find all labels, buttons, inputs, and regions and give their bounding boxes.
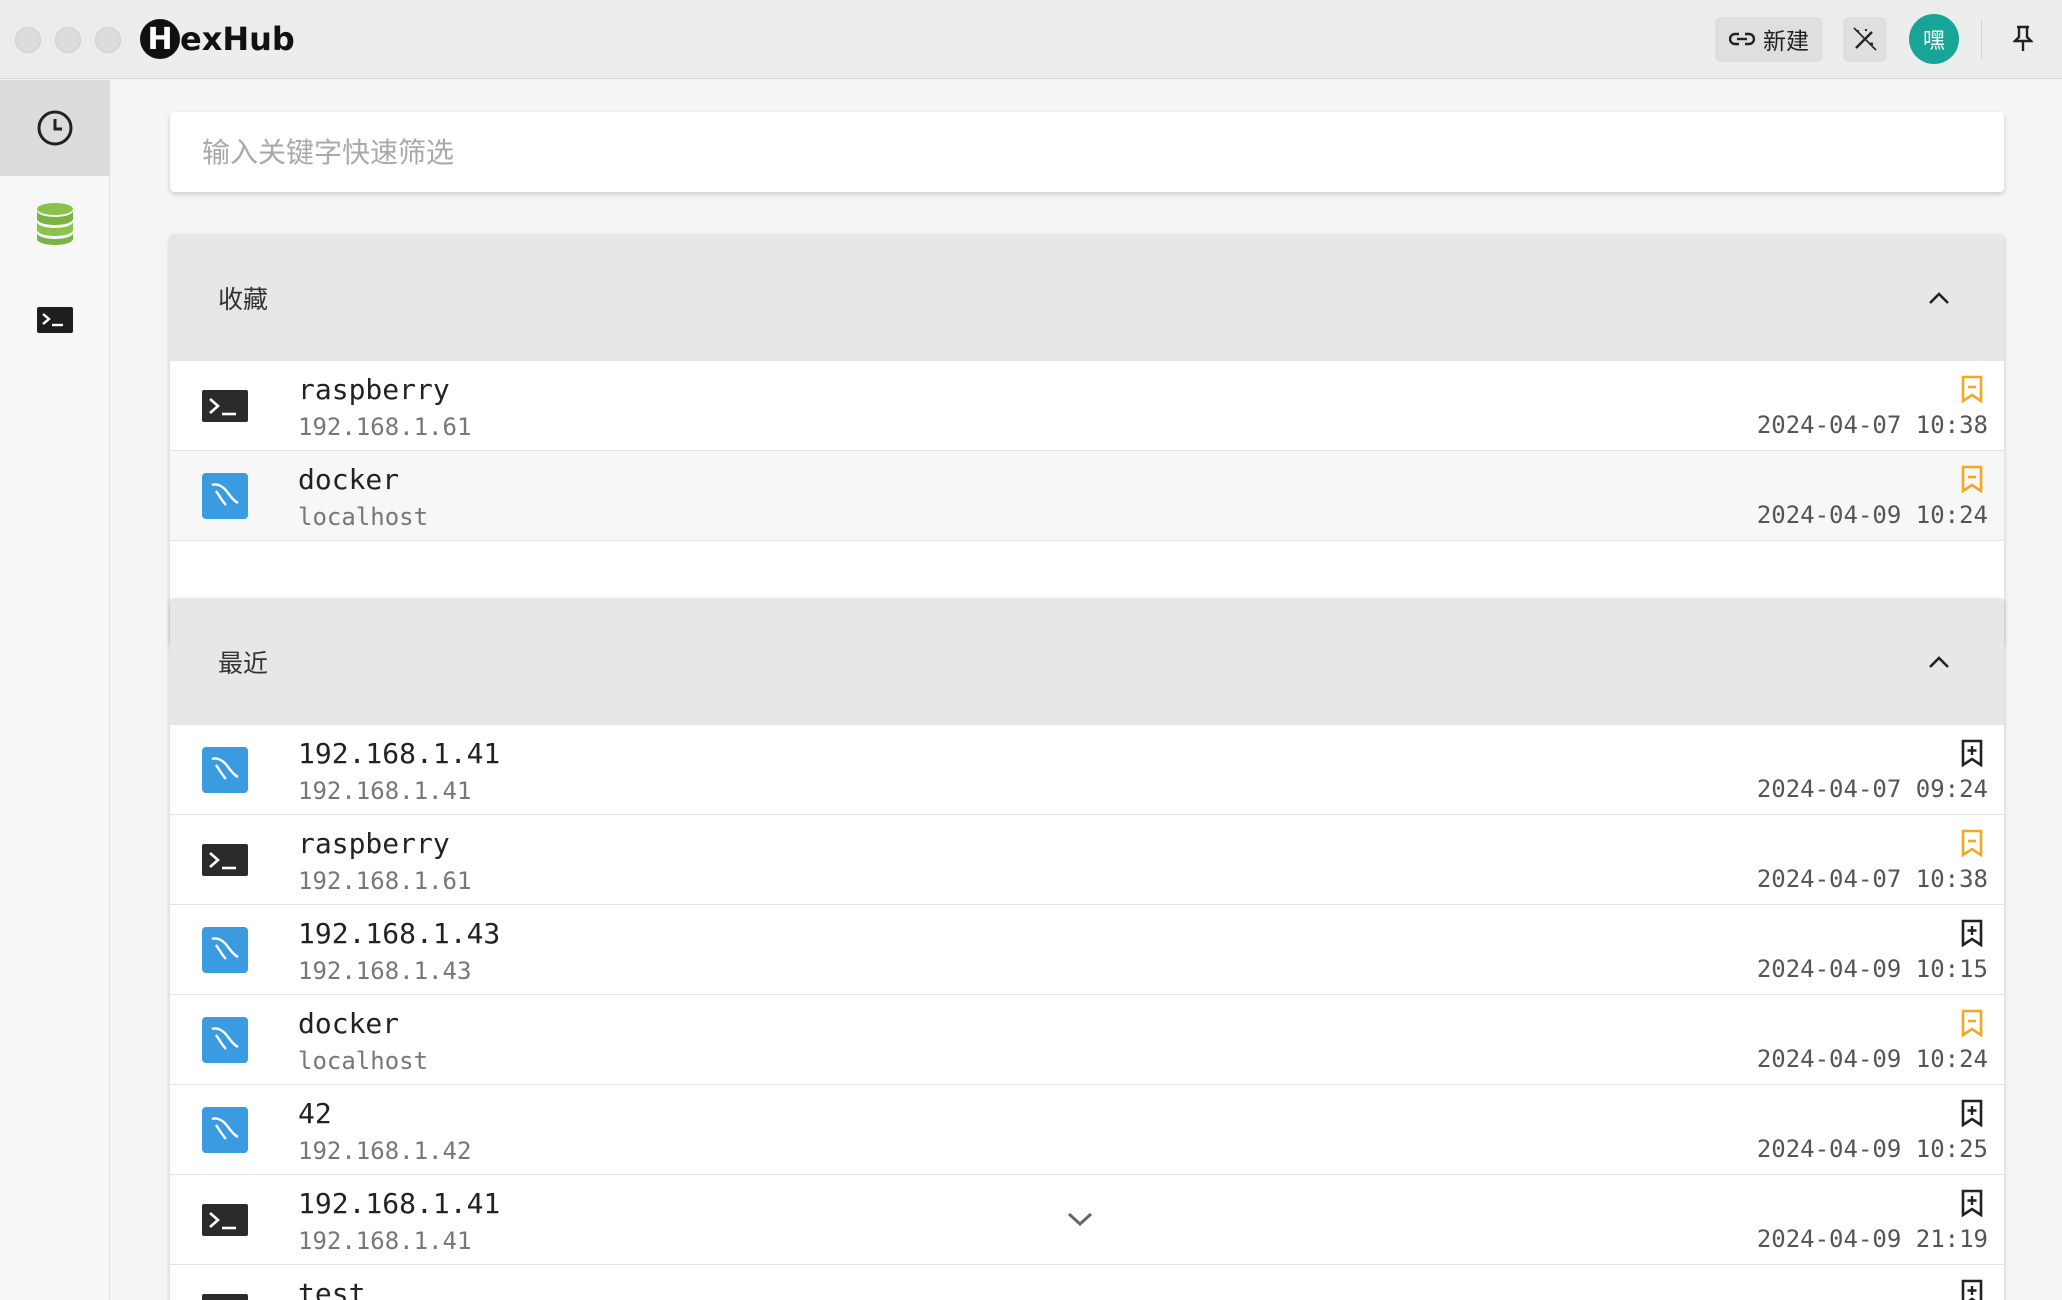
chevron-up-icon[interactable] [1928, 655, 1950, 669]
list-item[interactable]: 42 192.168.1.42 2024-04-09 10:25 [170, 1085, 2004, 1175]
list-item[interactable]: docker localhost 2024-04-09 10:24 [170, 451, 2004, 541]
connection-name: test [298, 1277, 366, 1300]
window-controls [15, 27, 121, 53]
terminal-icon [202, 837, 248, 883]
connection-time: 2024-04-09 10:24 [1756, 1045, 1988, 1073]
favorites-title: 收藏 [218, 284, 269, 314]
scroll-down-chevron-icon[interactable] [1066, 1210, 1094, 1228]
connection-host: 192.168.1.41 [298, 1227, 472, 1255]
bookmark-add-icon[interactable] [1960, 1279, 1984, 1300]
mysql-icon [202, 927, 248, 973]
terminal-icon [37, 307, 73, 333]
search-input[interactable] [202, 135, 2004, 169]
terminal-icon [202, 1287, 248, 1300]
bookmark-add-icon[interactable] [1960, 919, 1984, 947]
connection-name: 192.168.1.43 [298, 917, 501, 950]
new-connection-button[interactable]: 新建 [1715, 16, 1823, 62]
terminal-icon [202, 383, 248, 429]
connection-host: localhost [298, 1047, 429, 1075]
new-button-label: 新建 [1763, 29, 1809, 55]
connection-host: 192.168.1.43 [298, 957, 472, 985]
connection-host: 192.168.1.41 [298, 777, 472, 805]
link-icon [1729, 32, 1755, 46]
search-box [170, 112, 2004, 192]
terminal-icon [202, 1197, 248, 1243]
mysql-icon [202, 1017, 248, 1063]
recent-header[interactable]: 最近 [170, 598, 2004, 725]
connection-name: 42 [298, 1097, 332, 1130]
bookmark-icon[interactable] [1960, 1009, 1984, 1037]
app-logo: H exHub [140, 18, 295, 60]
sidebar-item-history[interactable] [0, 80, 110, 176]
list-item[interactable]: test [170, 1265, 2004, 1300]
connection-time: 2024-04-09 10:15 [1756, 955, 1988, 983]
mysql-icon [202, 747, 248, 793]
sidebar-item-terminal[interactable] [0, 272, 110, 368]
connection-host: 192.168.1.61 [298, 867, 472, 895]
recent-title: 最近 [218, 648, 269, 678]
list-item[interactable]: raspberry 192.168.1.61 2024-04-07 10:38 [170, 361, 2004, 451]
connection-time: 2024-04-09 10:24 [1756, 501, 1988, 529]
favorites-panel: 收藏 raspberry 192.168.1.61 2024-04-07 10:… [170, 234, 2004, 645]
pin-window-button[interactable] [2008, 19, 2038, 59]
logo-text: exHub [180, 20, 295, 58]
database-icon [37, 203, 73, 245]
chevron-up-icon[interactable] [1928, 291, 1950, 305]
toolbar-divider [1981, 20, 1982, 58]
connection-host: 192.168.1.42 [298, 1137, 472, 1165]
list-item[interactable]: 192.168.1.41 192.168.1.41 2024-04-07 09:… [170, 725, 2004, 815]
bookmark-icon[interactable] [1960, 465, 1984, 493]
mysql-icon [202, 473, 248, 519]
mysql-icon [202, 1107, 248, 1153]
title-bar: H exHub 新建 嘿 [0, 0, 2062, 79]
connection-time: 2024-04-07 10:38 [1756, 411, 1988, 439]
bookmark-icon[interactable] [1960, 375, 1984, 403]
bookmark-add-icon[interactable] [1960, 1189, 1984, 1217]
connection-time: 2024-04-07 09:24 [1756, 775, 1988, 803]
bookmark-icon[interactable] [1960, 829, 1984, 857]
favorites-header[interactable]: 收藏 [170, 234, 2004, 361]
sidebar [0, 80, 110, 1300]
connection-name: 192.168.1.41 [298, 1187, 501, 1220]
connection-name: docker [298, 463, 400, 496]
connection-name: raspberry [298, 827, 450, 860]
connection-time: 2024-04-07 10:38 [1756, 865, 1988, 893]
clock-icon [37, 110, 73, 146]
close-window-button[interactable] [15, 27, 41, 53]
bookmark-add-icon[interactable] [1960, 739, 1984, 767]
connection-name: 192.168.1.41 [298, 737, 501, 770]
recent-panel: 最近 192.168.1.41 192.168.1.41 2024-04-07 … [170, 598, 2004, 1300]
connection-host: 192.168.1.61 [298, 413, 472, 441]
connection-time: 2024-04-09 10:25 [1756, 1135, 1988, 1163]
pin-icon [2013, 25, 2033, 51]
bookmark-add-icon[interactable] [1960, 1099, 1984, 1127]
magic-wand-icon [1853, 27, 1877, 51]
logo-mark: H [140, 19, 180, 59]
connection-host: localhost [298, 503, 429, 531]
user-avatar[interactable]: 嘿 [1909, 14, 1959, 64]
connection-time: 2024-04-09 21:19 [1756, 1225, 1988, 1253]
connection-name: docker [298, 1007, 400, 1040]
theme-toggle-button[interactable] [1843, 16, 1887, 62]
list-item[interactable]: 192.168.1.43 192.168.1.43 2024-04-09 10:… [170, 905, 2004, 995]
minimize-window-button[interactable] [55, 27, 81, 53]
toolbar: 新建 嘿 [1715, 14, 2038, 64]
sidebar-item-database[interactable] [0, 176, 110, 272]
list-item[interactable]: raspberry 192.168.1.61 2024-04-07 10:38 [170, 815, 2004, 905]
zoom-window-button[interactable] [95, 27, 121, 53]
connection-name: raspberry [298, 373, 450, 406]
main-content: 收藏 raspberry 192.168.1.61 2024-04-07 10:… [110, 80, 2062, 1300]
list-item[interactable]: docker localhost 2024-04-09 10:24 [170, 995, 2004, 1085]
